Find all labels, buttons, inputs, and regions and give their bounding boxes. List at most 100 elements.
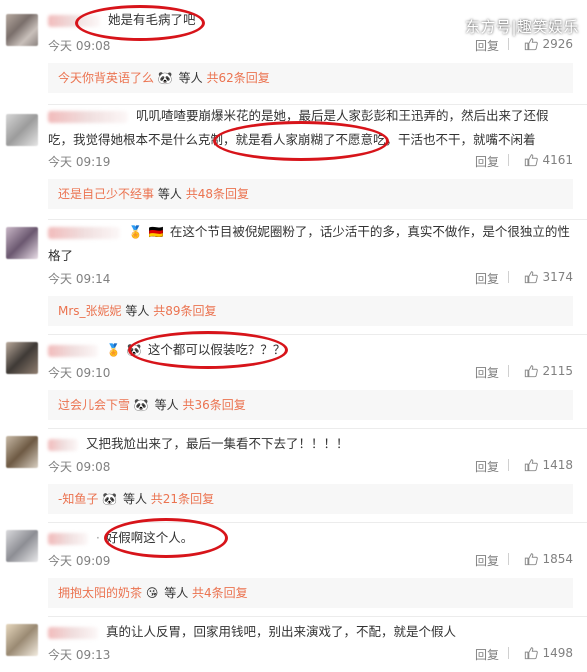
username-blurred[interactable] xyxy=(48,532,88,545)
username-blurred[interactable] xyxy=(48,110,128,123)
sub-reply-user[interactable]: 今天你背英语了么 xyxy=(58,71,154,85)
comment-meta: 今天 09:10 回复 2115 xyxy=(48,364,573,380)
comment-text: 叽叽喳喳要崩爆米花的是她，最后是人家彭彭和王迅弄的，然后出来了还假吃，我觉得她根… xyxy=(48,104,573,152)
sub-replies-bar[interactable]: 今天你背英语了么 🐼 等人 共62条回复 xyxy=(48,63,573,93)
comment-meta: 今天 09:08 回复 2926 xyxy=(48,37,573,53)
avatar[interactable] xyxy=(6,624,38,656)
like-button[interactable]: 2926 xyxy=(524,37,573,51)
avatar[interactable] xyxy=(6,530,38,562)
like-button[interactable]: 2115 xyxy=(524,364,573,378)
others-label: 等人 xyxy=(164,586,189,600)
comment-meta: 今天 09:13 回复 1498 xyxy=(48,646,573,662)
sub-reply-user[interactable]: 过会儿会下雪 xyxy=(58,398,130,412)
flag-germany-icon: 🇩🇪 xyxy=(148,225,164,239)
avatar[interactable] xyxy=(6,436,38,468)
like-button[interactable]: 1418 xyxy=(524,458,573,472)
like-count: 2926 xyxy=(542,37,573,51)
sub-replies-bar[interactable]: 拥抱太阳的奶茶 😘 等人 共4条回复 xyxy=(48,578,573,608)
thumbs-up-icon xyxy=(525,271,539,284)
reply-button[interactable]: 回复 xyxy=(475,364,499,381)
sub-replies-bar[interactable]: Mrs_张妮妮 等人 共89条回复 xyxy=(48,296,573,326)
sub-reply-user[interactable]: 拥抱太阳的奶茶 xyxy=(58,586,142,600)
comment-content: 她是有毛病了吧 xyxy=(107,12,196,27)
sub-reply-user[interactable]: -知鱼子 xyxy=(58,492,98,506)
comment-meta: 今天 09:09 回复 1854 xyxy=(48,552,573,568)
sub-replies-bar[interactable]: 过会儿会下雪 🐼 等人 共36条回复 xyxy=(48,390,573,420)
thumbs-up-icon xyxy=(525,154,539,167)
like-button[interactable]: 3174 xyxy=(524,270,573,284)
comment-text: 真的让人反胃，回家用钱吧，别出来演戏了，不配，就是个假人 xyxy=(48,620,573,644)
divider xyxy=(48,334,587,335)
like-button[interactable]: 1854 xyxy=(524,552,573,566)
avatar[interactable] xyxy=(6,342,38,374)
divider xyxy=(48,428,587,429)
comment-text: 🏅 🇩🇪 在这个节目被倪妮圈粉了，话少活干的多，真实不做作，是个很独立的性格了 xyxy=(48,220,573,268)
others-label: 等人 xyxy=(125,304,150,318)
panda-emoji-icon: 🐼 xyxy=(102,492,118,506)
sub-reply-total[interactable]: 共4条回复 xyxy=(192,586,248,600)
reply-button[interactable]: 回复 xyxy=(475,646,499,663)
divider xyxy=(48,522,587,523)
watermark: 东方号|趣笑娱乐 xyxy=(464,18,579,36)
panda-emoji-icon: 🐼 xyxy=(157,71,173,85)
reply-button[interactable]: 回复 xyxy=(475,37,499,54)
username-blurred[interactable] xyxy=(48,344,98,357)
others-label: 等人 xyxy=(122,492,147,506)
reply-button[interactable]: 回复 xyxy=(475,270,499,287)
blurred-icon: · xyxy=(95,531,100,545)
sub-reply-total[interactable]: 共21条回复 xyxy=(151,492,214,506)
sub-replies-bar[interactable]: 还是自己少不经事 等人 共48条回复 xyxy=(48,179,573,209)
comment-content: 又把我尬出来了，最后一集看不下去了！！！！ xyxy=(85,436,349,451)
username-blurred[interactable] xyxy=(48,14,100,27)
comment-meta: 今天 09:08 回复 1418 xyxy=(48,458,573,474)
avatar[interactable] xyxy=(6,114,38,146)
reply-button[interactable]: 回复 xyxy=(475,552,499,569)
sub-reply-user[interactable]: 还是自己少不经事 xyxy=(58,187,154,201)
comment-meta: 今天 09:19 回复 4161 xyxy=(48,153,573,169)
separator xyxy=(508,38,509,50)
badge-icon: 🏅 xyxy=(105,343,121,357)
divider xyxy=(48,616,587,617)
sub-reply-total[interactable]: 共62条回复 xyxy=(206,71,269,85)
like-button[interactable]: 1498 xyxy=(524,646,573,660)
sub-reply-total[interactable]: 共36条回复 xyxy=(182,398,245,412)
thumbs-up-icon xyxy=(525,553,539,566)
comment-content: 这个都可以假装吃？？？ xyxy=(147,342,286,357)
comment-content: 真的让人反胃，回家用钱吧，别出来演戏了，不配，就是个假人 xyxy=(105,624,456,639)
like-count: 1418 xyxy=(542,458,573,472)
reply-button[interactable]: 回复 xyxy=(475,153,499,170)
others-label: 等人 xyxy=(157,187,182,201)
thumbs-up-icon xyxy=(525,365,539,378)
sub-reply-user[interactable]: Mrs_张妮妮 xyxy=(58,304,122,318)
panda-emoji-icon: 🐼 xyxy=(126,343,142,357)
separator xyxy=(508,553,509,565)
avatar[interactable] xyxy=(6,14,38,46)
timestamp: 今天 09:13 xyxy=(48,648,111,662)
like-button[interactable]: 4161 xyxy=(524,153,573,167)
timestamp: 今天 09:08 xyxy=(48,39,111,53)
comment-meta: 今天 09:14 回复 3174 xyxy=(48,270,573,286)
like-count: 1498 xyxy=(542,646,573,660)
comment-content: 好假啊这个人。 xyxy=(105,530,194,545)
sub-replies-bar[interactable]: -知鱼子 🐼 等人 共21条回复 xyxy=(48,484,573,514)
username-blurred[interactable] xyxy=(48,226,120,239)
thumbs-up-icon xyxy=(525,459,539,472)
username-blurred[interactable] xyxy=(48,438,78,451)
reply-button[interactable]: 回复 xyxy=(475,458,499,475)
others-label: 等人 xyxy=(154,398,179,412)
avatar[interactable] xyxy=(6,227,38,259)
like-count: 4161 xyxy=(542,153,573,167)
comment-text: 🏅 🐼 这个都可以假装吃？？？ xyxy=(48,338,573,362)
sub-reply-total[interactable]: 共89条回复 xyxy=(153,304,216,318)
like-count: 3174 xyxy=(542,270,573,284)
thumbs-up-icon xyxy=(525,38,539,51)
thumbs-up-icon xyxy=(525,647,539,660)
separator xyxy=(508,459,509,471)
sub-reply-total[interactable]: 共48条回复 xyxy=(186,187,249,201)
separator xyxy=(508,154,509,166)
like-count: 2115 xyxy=(542,364,573,378)
username-blurred[interactable] xyxy=(48,626,98,639)
others-label: 等人 xyxy=(178,71,203,85)
separator xyxy=(508,271,509,283)
comment-content: 在这个节目被倪妮圈粉了，话少活干的多，真实不做作，是个很独立的性格了 xyxy=(48,224,570,263)
